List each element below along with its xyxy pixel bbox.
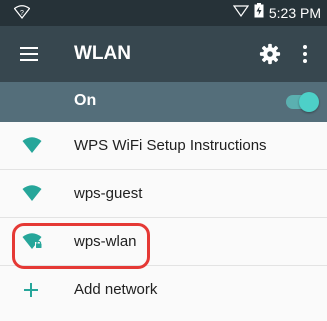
network-item-wps-wlan[interactable]: wps-wlan	[0, 218, 327, 266]
overflow-menu-icon[interactable]	[298, 43, 310, 65]
battery-charging-icon	[254, 3, 264, 23]
menu-icon[interactable]	[20, 47, 38, 61]
wifi-unknown-icon: ?	[13, 5, 31, 24]
wlan-master-switch-bar[interactable]: On	[0, 82, 327, 122]
page-title: WLAN	[74, 43, 131, 64]
network-list: WPS WiFi Setup Instructions wps-guest wp…	[0, 122, 327, 314]
add-network-label: Add network	[74, 281, 158, 298]
status-time: 5:23 PM	[268, 5, 321, 21]
wifi-signal-full-icon	[22, 184, 42, 207]
plus-icon	[23, 282, 39, 298]
wifi-signal-full-icon	[22, 136, 42, 159]
network-name: wps-wlan	[74, 233, 137, 250]
status-bar-right: 5:23 PM	[232, 0, 321, 26]
svg-text:?: ?	[20, 10, 24, 17]
signal-empty-icon	[232, 4, 250, 23]
network-item-wps-guest[interactable]: wps-guest	[0, 170, 327, 218]
network-name: wps-guest	[74, 185, 143, 202]
add-network-item[interactable]: Add network	[0, 266, 327, 314]
gear-icon[interactable]	[259, 43, 281, 70]
network-name: WPS WiFi Setup Instructions	[74, 137, 267, 154]
network-item-wps-wifi-setup-instructions[interactable]: WPS WiFi Setup Instructions	[0, 122, 327, 170]
status-bar: ? 5:23 PM	[0, 0, 327, 26]
switch-label: On	[74, 92, 97, 109]
wifi-signal-locked-icon	[22, 232, 44, 255]
wlan-toggle[interactable]	[286, 92, 319, 112]
toggle-knob	[299, 92, 319, 112]
wlan-settings-screen: ? 5:23 PM WLAN On WPS WiFi Setup Instruc…	[0, 0, 327, 321]
app-bar: WLAN	[0, 26, 327, 82]
